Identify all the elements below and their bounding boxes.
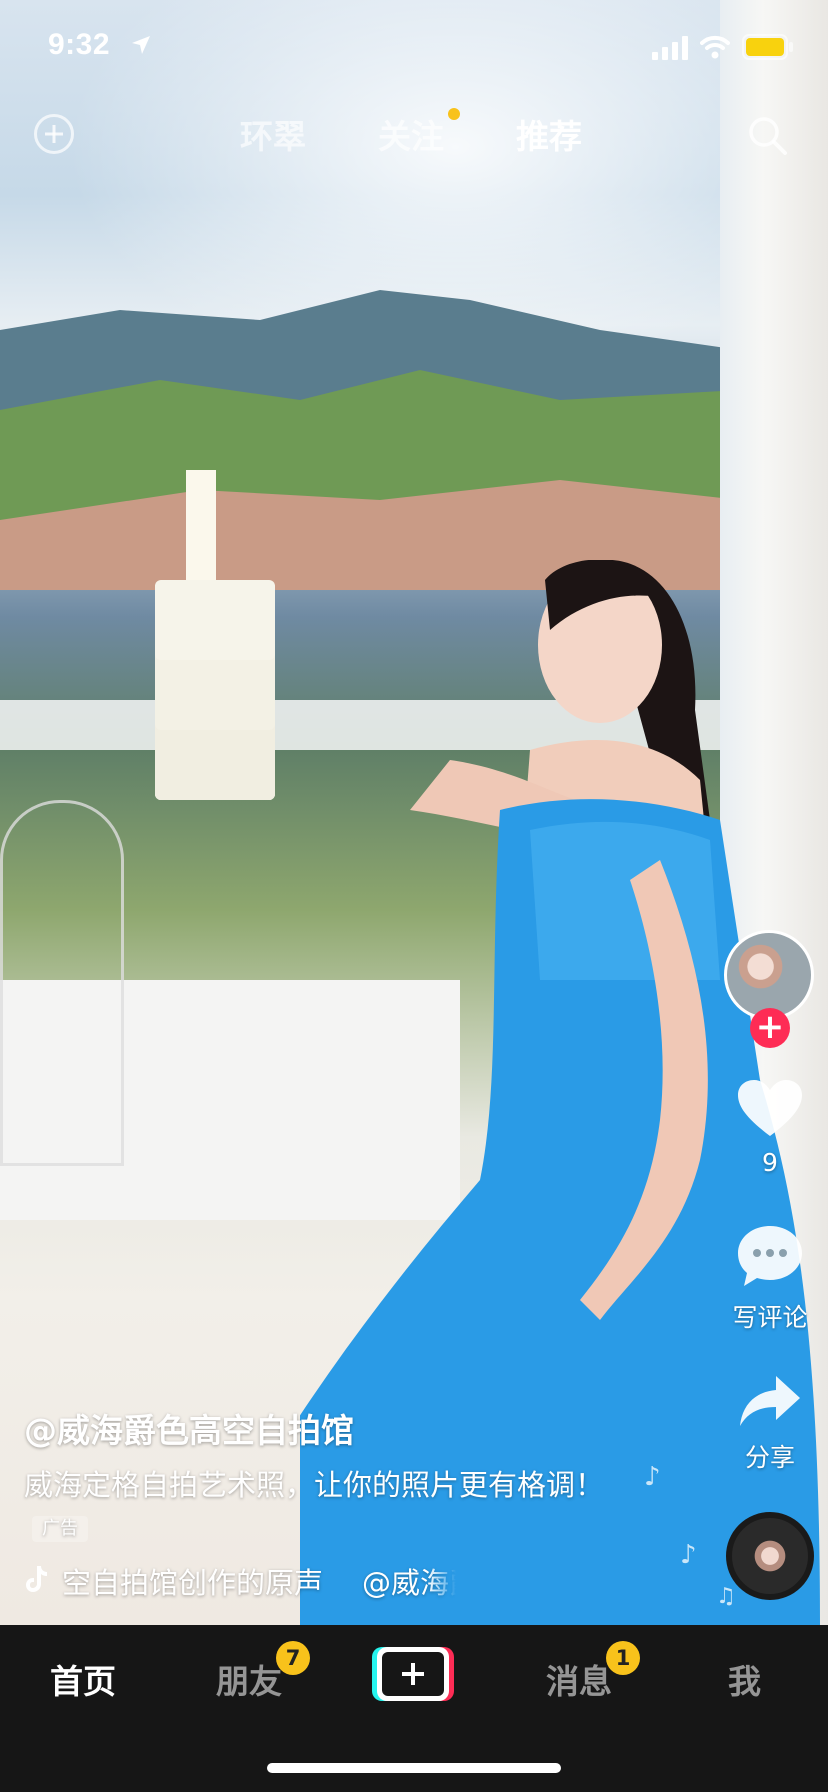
author-handle[interactable]: @威海爵色高空自拍馆 — [24, 1404, 354, 1452]
like-button[interactable]: 9 — [730, 1078, 810, 1177]
friends-badge: 7 — [276, 1641, 310, 1675]
feed-top-bar: 环翠 关注 推荐 — [0, 100, 828, 164]
dessert-cage — [0, 800, 124, 1166]
tab-recommended[interactable]: 推荐 — [516, 110, 582, 158]
nav-me[interactable]: 我 — [728, 1655, 761, 1703]
tab-local[interactable]: 环翠 — [240, 110, 306, 158]
cake — [155, 580, 275, 800]
comment-button[interactable]: 写评论 — [730, 1224, 810, 1334]
music-note-icon: ♪ — [644, 1462, 661, 1492]
like-count: 9 — [762, 1148, 778, 1177]
home-indicator — [267, 1763, 561, 1773]
comment-bubble-icon — [738, 1226, 802, 1286]
tab-following[interactable]: 关注 — [378, 110, 444, 158]
tiktok-note-icon — [26, 1566, 47, 1592]
bottom-nav: 首页 朋友 7 消息 1 我 — [0, 1625, 828, 1792]
cellular-signal-icon — [652, 36, 688, 60]
video-description: 威海定格自拍艺术照，让你的照片更有格调！ 广告 — [24, 1464, 604, 1548]
video-frame[interactable] — [0, 0, 828, 1625]
status-time: 9:32 — [48, 28, 111, 61]
status-bar: 9:32 — [0, 0, 828, 100]
location-arrow-icon — [132, 36, 150, 54]
ad-badge: 广告 — [32, 1516, 88, 1542]
wifi-icon — [700, 35, 730, 59]
cake-candle — [186, 470, 216, 590]
create-button[interactable] — [372, 1647, 454, 1701]
music-author: @威海爵色高空自拍馆 — [362, 1566, 456, 1600]
following-new-dot — [448, 108, 460, 120]
description-text: 威海定格自拍艺术照，让你的照片更有格调！ — [24, 1468, 605, 1502]
music-disc[interactable] — [726, 1512, 814, 1600]
battery-icon — [742, 34, 793, 60]
share-arrow-icon — [740, 1376, 800, 1426]
music-note-icon: ♪ — [680, 1540, 697, 1570]
nav-messages[interactable]: 消息 — [546, 1655, 612, 1703]
messages-badge: 1 — [606, 1641, 640, 1675]
music-title: 空自拍馆创作的原声 — [62, 1566, 324, 1600]
plus-icon — [402, 1663, 424, 1685]
nav-home[interactable]: 首页 — [50, 1655, 116, 1703]
video-mountains — [0, 290, 740, 590]
add-circle-icon[interactable] — [34, 114, 74, 154]
follow-plus-button[interactable]: + — [750, 1008, 790, 1048]
heart-icon — [738, 1080, 802, 1136]
search-icon[interactable] — [746, 114, 788, 156]
share-button[interactable]: 分享 — [730, 1374, 810, 1474]
nav-friends[interactable]: 朋友 — [216, 1655, 282, 1703]
share-label: 分享 — [744, 1443, 795, 1472]
comment-label: 写评论 — [732, 1303, 808, 1332]
music-note-icon: ♫ — [716, 1584, 736, 1609]
